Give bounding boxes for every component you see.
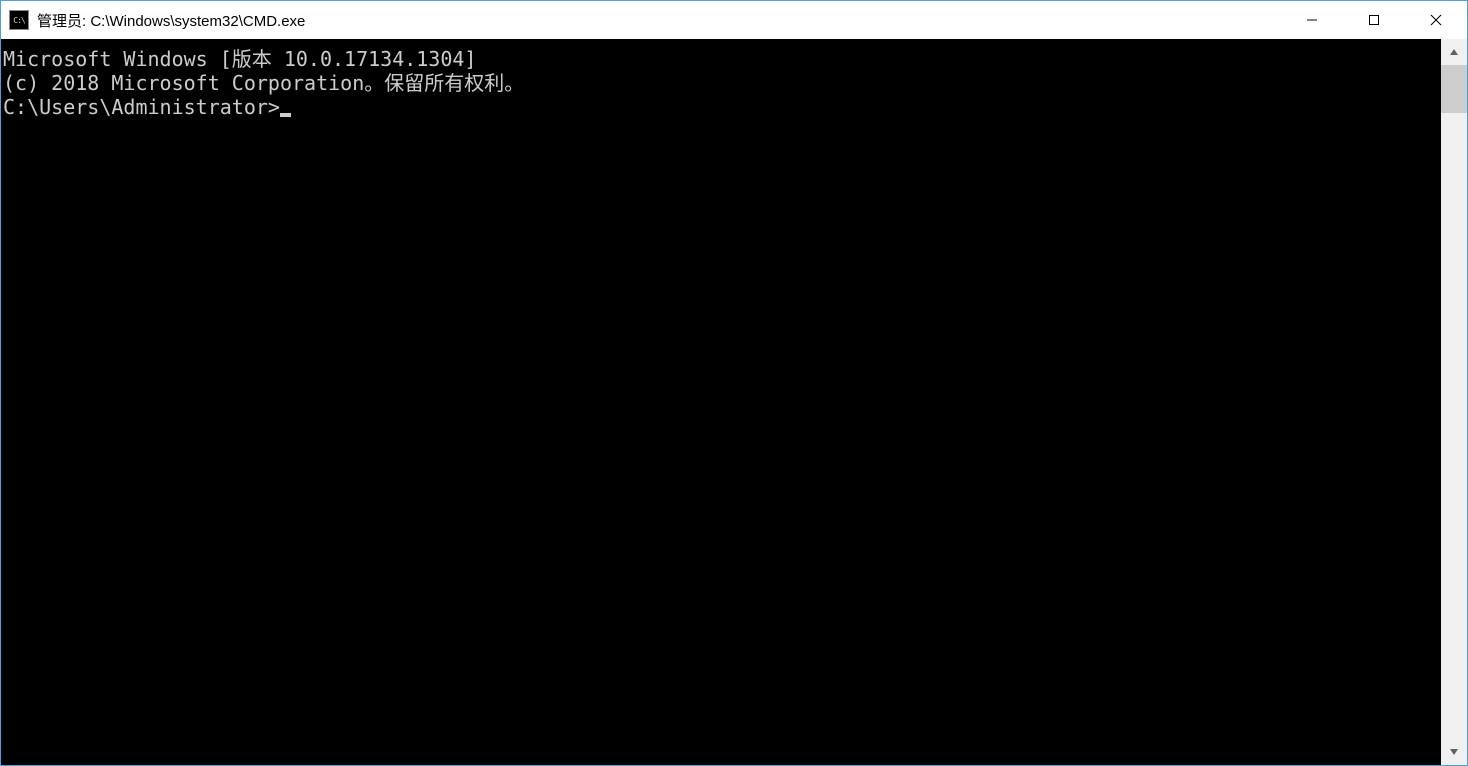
- scroll-thumb[interactable]: [1441, 65, 1467, 113]
- terminal-cursor: [280, 113, 291, 117]
- chevron-up-icon: [1449, 47, 1459, 57]
- terminal-prompt-line: C:\Users\Administrator>: [3, 95, 1441, 119]
- maximize-button[interactable]: [1343, 1, 1405, 39]
- cmd-icon: C:\: [9, 10, 29, 30]
- close-button[interactable]: [1405, 1, 1467, 39]
- terminal-line: Microsoft Windows [版本 10.0.17134.1304]: [3, 47, 1441, 71]
- window-controls: [1281, 1, 1467, 39]
- minimize-button[interactable]: [1281, 1, 1343, 39]
- scroll-up-button[interactable]: [1441, 39, 1467, 65]
- titlebar[interactable]: C:\ 管理员: C:\Windows\system32\CMD.exe: [1, 1, 1467, 39]
- minimize-icon: [1306, 14, 1318, 26]
- scroll-down-button[interactable]: [1441, 739, 1467, 765]
- cmd-window: C:\ 管理员: C:\Windows\system32\CMD.exe Mic…: [0, 0, 1468, 766]
- maximize-icon: [1368, 14, 1380, 26]
- terminal-line: (c) 2018 Microsoft Corporation。保留所有权利。: [3, 71, 1441, 95]
- vertical-scrollbar[interactable]: [1441, 39, 1467, 765]
- terminal-output[interactable]: Microsoft Windows [版本 10.0.17134.1304](c…: [1, 39, 1441, 765]
- window-title: 管理员: C:\Windows\system32\CMD.exe: [37, 10, 1281, 31]
- scroll-track[interactable]: [1441, 65, 1467, 739]
- terminal-prompt: C:\Users\Administrator>: [3, 95, 280, 119]
- close-icon: [1430, 14, 1442, 26]
- chevron-down-icon: [1449, 747, 1459, 757]
- terminal-container: Microsoft Windows [版本 10.0.17134.1304](c…: [1, 39, 1467, 765]
